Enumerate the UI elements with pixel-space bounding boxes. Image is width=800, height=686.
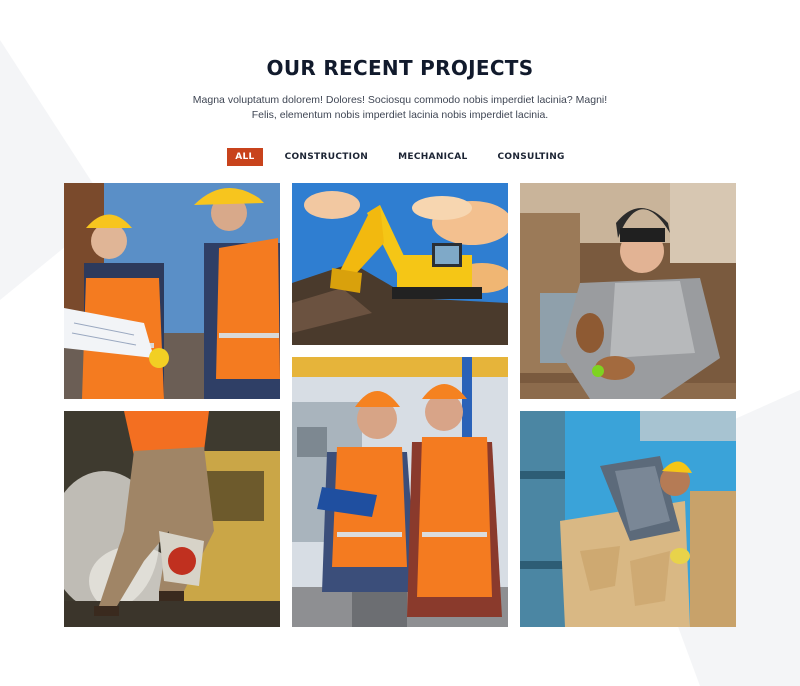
subtitle-line-1: Magna voluptatum dolorem! Dolores! Socio… (192, 94, 608, 106)
yellow-excavator-image (292, 183, 508, 345)
project-tile-engineers-reviewing-plans[interactable] (64, 183, 280, 399)
project-tile-welder-with-mask[interactable] (520, 183, 736, 399)
project-tile-worker-installing-panel[interactable] (520, 411, 736, 627)
section-subtitle: Magna voluptatum dolorem! Dolores! Socio… (170, 93, 630, 123)
section-title: OUR RECENT PROJECTS (266, 56, 534, 80)
filter-consulting-button[interactable]: CONSULTING (490, 148, 573, 166)
engineers-reviewing-plans-image (64, 183, 280, 399)
project-tile-worker-cutting-concrete[interactable] (64, 411, 280, 627)
filter-all-button[interactable]: ALL (227, 148, 263, 166)
project-tile-yellow-excavator[interactable] (292, 183, 508, 345)
subtitle-line-2: Felis, elementum nobis imperdiet lacinia… (251, 109, 549, 121)
project-filter-bar: ALL CONSTRUCTION MECHANICAL CONSULTING (0, 148, 800, 166)
welder-with-mask-image (520, 183, 736, 399)
filter-mechanical-button[interactable]: MECHANICAL (390, 148, 475, 166)
project-tile-two-engineers-with-clipboard[interactable] (292, 357, 508, 627)
two-engineers-with-clipboard-image (292, 357, 508, 627)
worker-installing-panel-image (520, 411, 736, 627)
worker-cutting-concrete-image (64, 411, 280, 627)
filter-construction-button[interactable]: CONSTRUCTION (277, 148, 377, 166)
